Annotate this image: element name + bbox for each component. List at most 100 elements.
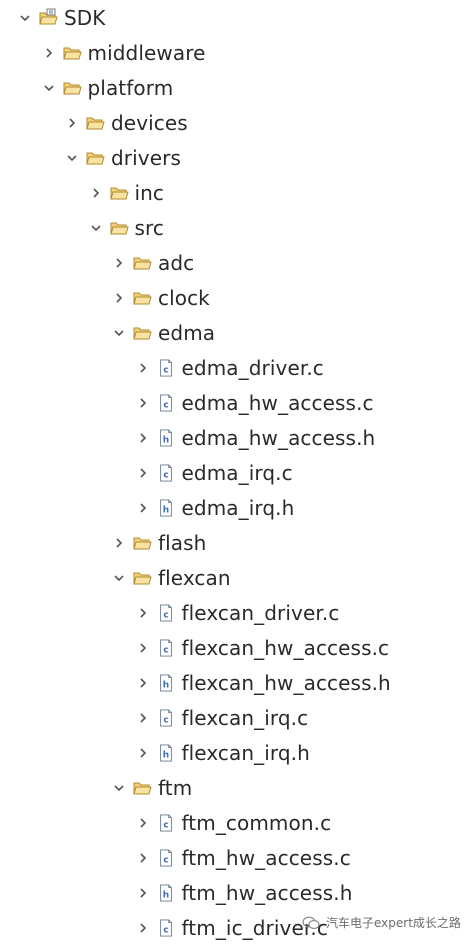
tree-item-flexcan-hw-access-c[interactable]: c flexcan_hw_access.c bbox=[0, 630, 468, 665]
tree-item-edma-hw-access-h[interactable]: h edma_hw_access.h bbox=[0, 420, 468, 455]
chevron-right-icon[interactable] bbox=[134, 744, 152, 762]
tree-item-sdk[interactable]: SDK bbox=[0, 0, 468, 35]
svg-text:c: c bbox=[163, 855, 168, 865]
tree-item-adc[interactable]: adc bbox=[0, 245, 468, 280]
chevron-right-icon[interactable] bbox=[134, 884, 152, 902]
tree-item-label: edma_hw_access.c bbox=[181, 390, 374, 415]
svg-text:h: h bbox=[162, 890, 168, 900]
chevron-right-icon[interactable] bbox=[110, 289, 128, 307]
chevron-down-icon[interactable] bbox=[16, 9, 34, 27]
tree-item-label: platform bbox=[87, 75, 174, 100]
chevron-right-icon[interactable] bbox=[134, 814, 152, 832]
wechat-icon bbox=[302, 916, 320, 929]
chevron-right-icon[interactable] bbox=[110, 534, 128, 552]
tree-item-label: ftm bbox=[158, 775, 193, 800]
h-file-icon: h bbox=[156, 498, 176, 518]
tree-item-platform[interactable]: platform bbox=[0, 70, 468, 105]
svg-text:c: c bbox=[163, 645, 168, 655]
svg-text:c: c bbox=[163, 365, 168, 375]
chevron-right-icon[interactable] bbox=[134, 499, 152, 517]
chevron-right-icon[interactable] bbox=[134, 709, 152, 727]
tree-item-flexcan-driver-c[interactable]: c flexcan_driver.c bbox=[0, 595, 468, 630]
folder-open-icon bbox=[132, 778, 152, 798]
tree-item-label: inc bbox=[134, 180, 165, 205]
tree-item-label: edma_irq.h bbox=[181, 495, 295, 520]
tree-item-label: src bbox=[134, 215, 164, 240]
c-file-icon: c bbox=[156, 393, 176, 413]
tree-item-flexcan-irq-c[interactable]: c flexcan_irq.c bbox=[0, 700, 468, 735]
tree-item-devices[interactable]: devices bbox=[0, 105, 468, 140]
chevron-right-icon[interactable] bbox=[134, 604, 152, 622]
svg-text:c: c bbox=[163, 715, 168, 725]
c-file-icon: c bbox=[156, 708, 176, 728]
tree-item-label: middleware bbox=[87, 40, 206, 65]
tree-item-ftm-hw-access-c[interactable]: c ftm_hw_access.c bbox=[0, 840, 468, 875]
tree-item-label: clock bbox=[158, 285, 210, 310]
tree-item-label: flexcan_irq.h bbox=[181, 740, 310, 765]
folder-open-icon bbox=[132, 288, 152, 308]
tree-item-drivers[interactable]: drivers bbox=[0, 140, 468, 175]
c-file-icon: c bbox=[156, 638, 176, 658]
tree-item-label: edma bbox=[158, 320, 216, 345]
watermark: 汽车电子expert成长之路 bbox=[302, 914, 461, 931]
tree-item-inc[interactable]: inc bbox=[0, 175, 468, 210]
watermark-text: 汽车电子expert成长之路 bbox=[326, 916, 461, 930]
tree-item-edma[interactable]: edma bbox=[0, 315, 468, 350]
chevron-right-icon[interactable] bbox=[87, 184, 105, 202]
chevron-down-icon[interactable] bbox=[110, 779, 128, 797]
tree-item-ftm[interactable]: ftm bbox=[0, 770, 468, 805]
chevron-right-icon[interactable] bbox=[110, 254, 128, 272]
chevron-down-icon[interactable] bbox=[63, 149, 81, 167]
chevron-right-icon[interactable] bbox=[134, 429, 152, 447]
tree-item-label: flexcan_hw_access.h bbox=[181, 670, 391, 695]
chevron-right-icon[interactable] bbox=[134, 394, 152, 412]
tree-item-edma-irq-h[interactable]: h edma_irq.h bbox=[0, 490, 468, 525]
folder-open-icon bbox=[132, 533, 152, 553]
tree-item-label: adc bbox=[158, 250, 195, 275]
h-file-icon: h bbox=[156, 743, 176, 763]
chevron-right-icon[interactable] bbox=[134, 674, 152, 692]
project-folder-icon bbox=[38, 8, 58, 28]
folder-open-icon bbox=[109, 183, 129, 203]
chevron-right-icon[interactable] bbox=[134, 849, 152, 867]
tree-item-flash[interactable]: flash bbox=[0, 525, 468, 560]
chevron-down-icon[interactable] bbox=[87, 219, 105, 237]
h-file-icon: h bbox=[156, 428, 176, 448]
tree-item-label: ftm_hw_access.h bbox=[181, 880, 353, 905]
chevron-right-icon[interactable] bbox=[40, 44, 58, 62]
tree-item-ftm-hw-access-h[interactable]: h ftm_hw_access.h bbox=[0, 875, 468, 910]
svg-text:c: c bbox=[163, 610, 168, 620]
c-file-icon: c bbox=[156, 848, 176, 868]
chevron-right-icon[interactable] bbox=[134, 639, 152, 657]
chevron-down-icon[interactable] bbox=[40, 79, 58, 97]
chevron-right-icon[interactable] bbox=[134, 359, 152, 377]
chevron-right-icon[interactable] bbox=[134, 464, 152, 482]
tree-item-label: edma_hw_access.h bbox=[181, 425, 376, 450]
tree-item-middleware[interactable]: middleware bbox=[0, 35, 468, 70]
tree-item-label: flexcan_hw_access.c bbox=[181, 635, 390, 660]
tree-item-src[interactable]: src bbox=[0, 210, 468, 245]
folder-open-icon bbox=[85, 148, 105, 168]
chevron-down-icon[interactable] bbox=[110, 324, 128, 342]
tree-item-flexcan-hw-access-h[interactable]: h flexcan_hw_access.h bbox=[0, 665, 468, 700]
tree-item-label: SDK bbox=[64, 5, 106, 30]
tree-item-clock[interactable]: clock bbox=[0, 280, 468, 315]
folder-open-icon bbox=[132, 568, 152, 588]
chevron-down-icon[interactable] bbox=[110, 569, 128, 587]
tree-item-label: ftm_common.c bbox=[181, 810, 332, 835]
svg-text:c: c bbox=[163, 400, 168, 410]
tree-item-label: flexcan_irq.c bbox=[181, 705, 309, 730]
chevron-right-icon[interactable] bbox=[63, 114, 81, 132]
tree-item-edma-irq-c[interactable]: c edma_irq.c bbox=[0, 455, 468, 490]
tree-item-label: flexcan_driver.c bbox=[181, 600, 340, 625]
folder-open-icon bbox=[132, 323, 152, 343]
c-file-icon: c bbox=[156, 603, 176, 623]
tree-item-edma-driver-c[interactable]: c edma_driver.c bbox=[0, 350, 468, 385]
tree-item-flexcan-irq-h[interactable]: h flexcan_irq.h bbox=[0, 735, 468, 770]
tree-item-flexcan[interactable]: flexcan bbox=[0, 560, 468, 595]
chevron-right-icon[interactable] bbox=[134, 919, 152, 937]
tree-item-ftm-common-c[interactable]: c ftm_common.c bbox=[0, 805, 468, 840]
h-file-icon: h bbox=[156, 883, 176, 903]
tree-item-label: edma_irq.c bbox=[181, 460, 293, 485]
tree-item-edma-hw-access-c[interactable]: c edma_hw_access.c bbox=[0, 385, 468, 420]
